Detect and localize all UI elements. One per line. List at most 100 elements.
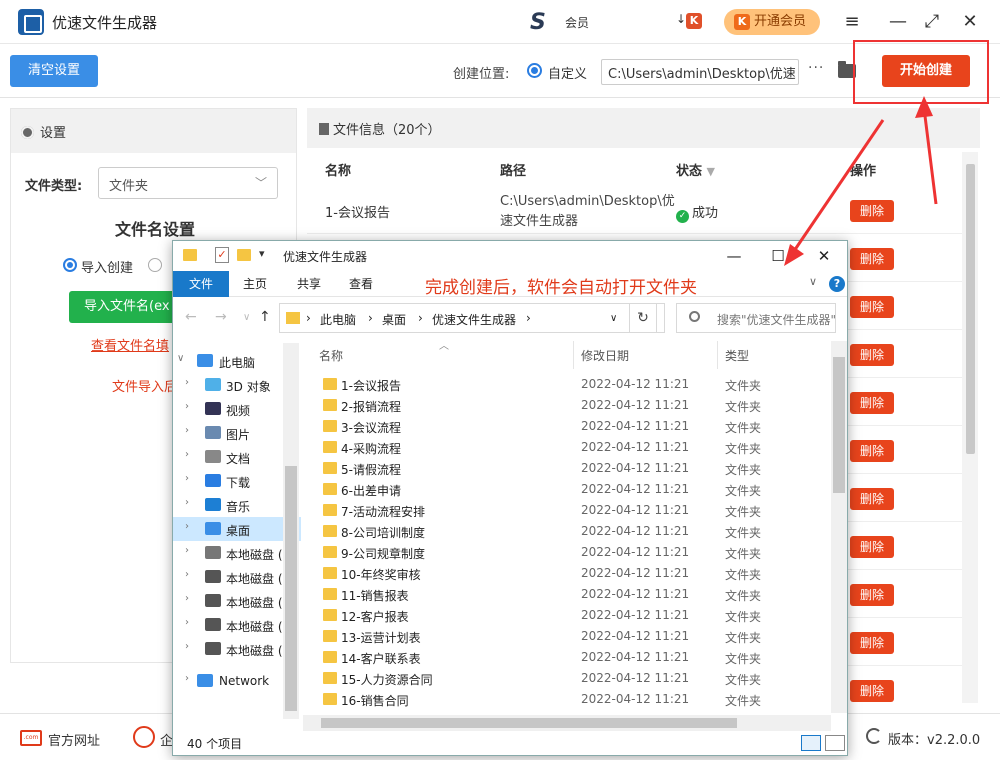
list-item[interactable]: 3-会议流程 2022-04-12 11:21 文件夹 bbox=[303, 416, 803, 437]
list-item[interactable]: 7-活动流程安排 2022-04-12 11:21 文件夹 bbox=[303, 500, 803, 521]
list-item[interactable]: 9-公司规章制度 2022-04-12 11:21 文件夹 bbox=[303, 542, 803, 563]
properties-icon[interactable]: ✓ bbox=[215, 247, 229, 263]
delete-button[interactable]: 删除 bbox=[850, 440, 894, 462]
tab-view[interactable]: 查看 bbox=[349, 275, 373, 292]
maximize-icon[interactable]: ⤢ bbox=[920, 10, 944, 34]
nav-item[interactable]: › 3D 对象 bbox=[173, 373, 301, 397]
sort-icon[interactable]: ↓ K bbox=[676, 12, 702, 32]
list-item[interactable]: 2-报销流程 2022-04-12 11:21 文件夹 bbox=[303, 395, 803, 416]
delete-button[interactable]: 删除 bbox=[850, 200, 894, 222]
other-mode-radio[interactable] bbox=[148, 258, 162, 272]
user-label[interactable]: 会员 bbox=[565, 14, 589, 31]
new-folder-icon[interactable] bbox=[237, 249, 251, 261]
list-item[interactable]: 11-销售报表 2022-04-12 11:21 文件夹 bbox=[303, 584, 803, 605]
nav-item[interactable]: ∨ 此电脑 bbox=[173, 349, 301, 373]
back-arrow-icon[interactable]: ← bbox=[185, 309, 197, 325]
list-item[interactable]: 15-人力资源合同 2022-04-12 11:21 文件夹 bbox=[303, 668, 803, 689]
nav-item[interactable]: › 视频 bbox=[173, 397, 301, 421]
nav-item[interactable]: › 本地磁盘 ( bbox=[173, 541, 301, 565]
chevron-icon[interactable]: › bbox=[185, 641, 189, 652]
list-item[interactable]: 13-运营计划表 2022-04-12 11:21 文件夹 bbox=[303, 626, 803, 647]
delete-button[interactable]: 删除 bbox=[850, 584, 894, 606]
chevron-icon[interactable]: › bbox=[185, 617, 189, 628]
delete-button[interactable]: 删除 bbox=[850, 488, 894, 510]
list-item[interactable]: 4-采购流程 2022-04-12 11:21 文件夹 bbox=[303, 437, 803, 458]
col-name-header[interactable]: 名称 bbox=[319, 347, 343, 364]
nav-item[interactable]: › 本地磁盘 ( bbox=[173, 613, 301, 637]
maximize-icon[interactable]: ☐ bbox=[763, 244, 793, 268]
list-scrollbar-thumb[interactable] bbox=[833, 357, 845, 493]
nav-item[interactable]: › 本地磁盘 ( bbox=[173, 565, 301, 589]
chevron-icon[interactable]: › bbox=[185, 449, 189, 460]
delete-button[interactable]: 删除 bbox=[850, 632, 894, 654]
list-item[interactable]: 5-请假流程 2022-04-12 11:21 文件夹 bbox=[303, 458, 803, 479]
chevron-icon[interactable]: › bbox=[185, 473, 189, 484]
tab-file[interactable]: 文件 bbox=[173, 271, 229, 297]
user-logo-icon[interactable]: S bbox=[530, 10, 546, 35]
refresh-icon[interactable]: ↻ bbox=[629, 303, 657, 333]
help-icon[interactable]: ? bbox=[829, 276, 845, 292]
list-item[interactable]: 10-年终奖审核 2022-04-12 11:21 文件夹 bbox=[303, 563, 803, 584]
minimize-icon[interactable]: — bbox=[719, 244, 749, 268]
column-divider[interactable] bbox=[573, 341, 574, 369]
list-item[interactable]: 6-出差申请 2022-04-12 11:21 文件夹 bbox=[303, 479, 803, 500]
breadcrumb-desktop[interactable]: 桌面 bbox=[382, 311, 406, 328]
delete-button[interactable]: 删除 bbox=[850, 344, 894, 366]
nav-item[interactable]: › 桌面 bbox=[173, 517, 301, 541]
chevron-icon[interactable]: › bbox=[185, 521, 189, 532]
chevron-icon[interactable]: › bbox=[185, 569, 189, 580]
update-icon[interactable] bbox=[866, 728, 882, 744]
import-create-radio[interactable] bbox=[63, 258, 77, 272]
chevron-icon[interactable]: › bbox=[185, 401, 189, 412]
import-filenames-button[interactable]: 导入文件名(ex bbox=[69, 291, 189, 323]
qq-icon[interactable] bbox=[133, 726, 155, 748]
address-dropdown-icon[interactable]: ∨ bbox=[610, 313, 617, 324]
large-icons-view-icon[interactable] bbox=[825, 735, 845, 751]
nav-item[interactable]: › 音乐 bbox=[173, 493, 301, 517]
search-input[interactable]: 搜索"优速文件生成器" bbox=[676, 303, 836, 333]
website-link[interactable]: 官方网址 bbox=[48, 730, 100, 749]
close-icon[interactable]: ✕ bbox=[958, 10, 982, 34]
table-scrollbar-thumb[interactable] bbox=[966, 164, 975, 454]
delete-button[interactable]: 删除 bbox=[850, 680, 894, 702]
ribbon-expand-icon[interactable]: ∨ bbox=[809, 275, 817, 288]
list-item[interactable]: 1-会议报告 2022-04-12 11:21 文件夹 bbox=[303, 374, 803, 395]
recent-dropdown-icon[interactable]: ∨ bbox=[243, 312, 250, 323]
delete-button[interactable]: 删除 bbox=[850, 392, 894, 414]
more-icon[interactable]: ··· bbox=[808, 60, 824, 76]
list-item[interactable]: 8-公司培训制度 2022-04-12 11:21 文件夹 bbox=[303, 521, 803, 542]
custom-location-radio[interactable] bbox=[527, 63, 542, 78]
address-bar[interactable]: › 此电脑 › 桌面 › 优速文件生成器 › ∨ bbox=[279, 303, 665, 333]
tab-share[interactable]: 共享 bbox=[297, 275, 321, 292]
col-status-header[interactable]: 状态 ▼ bbox=[676, 160, 715, 179]
nav-scrollbar-thumb[interactable] bbox=[285, 466, 297, 711]
output-path-input[interactable]: C:\Users\admin\Desktop\优速 bbox=[601, 59, 799, 85]
chevron-icon[interactable]: › bbox=[185, 673, 189, 684]
delete-button[interactable]: 删除 bbox=[850, 248, 894, 270]
chevron-icon[interactable]: › bbox=[185, 497, 189, 508]
list-item[interactable]: 14-客户联系表 2022-04-12 11:21 文件夹 bbox=[303, 647, 803, 668]
nav-item[interactable]: › 下载 bbox=[173, 469, 301, 493]
nav-item[interactable]: › 本地磁盘 ( bbox=[173, 637, 301, 661]
nav-item[interactable]: › 文档 bbox=[173, 445, 301, 469]
nav-item[interactable]: › 本地磁盘 ( bbox=[173, 589, 301, 613]
nav-item[interactable]: › 图片 bbox=[173, 421, 301, 445]
vip-button[interactable]: K 开通会员 bbox=[724, 9, 820, 35]
list-h-scrollbar-thumb[interactable] bbox=[321, 718, 737, 728]
delete-button[interactable]: 删除 bbox=[850, 536, 894, 558]
chevron-icon[interactable]: › bbox=[185, 545, 189, 556]
delete-button[interactable]: 删除 bbox=[850, 296, 894, 318]
forward-arrow-icon[interactable]: → bbox=[215, 309, 227, 325]
chevron-icon[interactable]: › bbox=[185, 377, 189, 388]
close-icon[interactable]: ✕ bbox=[809, 244, 839, 268]
breadcrumb-pc[interactable]: 此电脑 bbox=[320, 311, 356, 328]
up-arrow-icon[interactable]: ↑ bbox=[259, 309, 271, 325]
menu-icon[interactable]: ≡ bbox=[840, 10, 864, 34]
tab-home[interactable]: 主页 bbox=[243, 275, 267, 292]
minimize-icon[interactable]: — bbox=[886, 10, 910, 34]
col-date-header[interactable]: 修改日期 bbox=[581, 347, 629, 364]
column-divider[interactable] bbox=[717, 341, 718, 369]
quick-access-dropdown-icon[interactable]: ▾ bbox=[259, 247, 265, 260]
list-item[interactable]: 12-客户报表 2022-04-12 11:21 文件夹 bbox=[303, 605, 803, 626]
chevron-icon[interactable]: › bbox=[185, 425, 189, 436]
